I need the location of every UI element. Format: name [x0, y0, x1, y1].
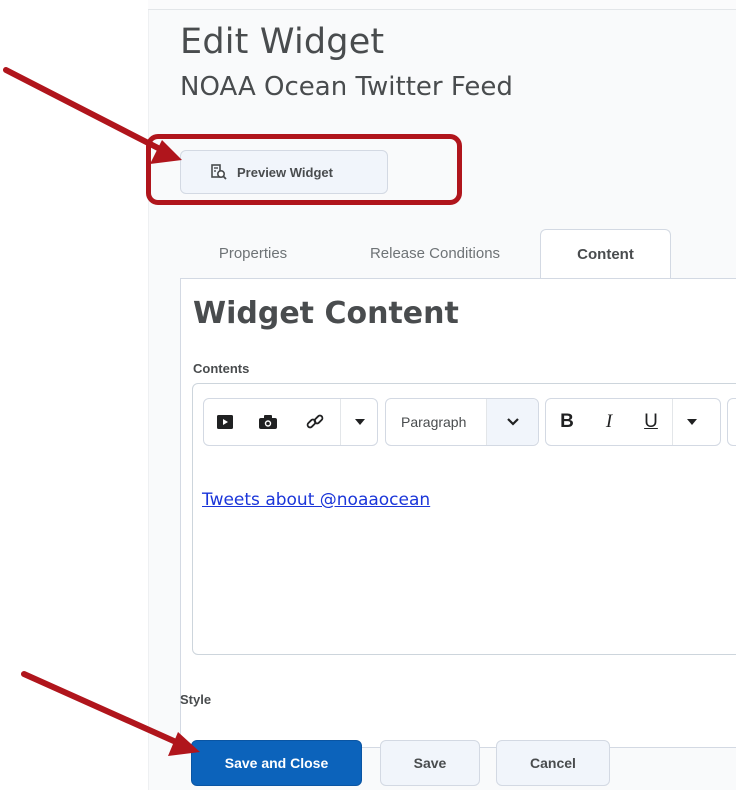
tab-release-conditions[interactable]: Release Conditions	[340, 229, 530, 278]
format-toolbar-group: B I U	[545, 398, 721, 446]
bold-button[interactable]: B	[546, 399, 588, 445]
paragraph-format-label: Paragraph	[401, 414, 467, 430]
editor-content-link[interactable]: Tweets about @noaaocean	[202, 490, 430, 510]
insert-toolbar-group	[203, 398, 378, 446]
insert-video-icon	[216, 415, 233, 429]
insert-image-button[interactable]	[245, 399, 290, 445]
more-format-icon	[687, 419, 697, 425]
insert-link-button[interactable]	[290, 399, 340, 445]
page-subtitle: NOAA Ocean Twitter Feed	[180, 72, 513, 102]
tab-bar: Properties Release Conditions Content	[180, 229, 736, 279]
more-format-dropdown[interactable]	[673, 399, 711, 445]
panel-heading: Widget Content	[193, 296, 459, 331]
preview-widget-label: Preview Widget	[237, 164, 333, 180]
cancel-button[interactable]: Cancel	[496, 740, 610, 786]
preview-search-icon	[211, 164, 227, 180]
save-button[interactable]: Save	[380, 740, 480, 786]
top-bar-edge	[148, 0, 736, 10]
preview-widget-button[interactable]: Preview Widget	[180, 150, 388, 194]
more-insert-dropdown[interactable]	[341, 399, 378, 445]
underline-button[interactable]: U	[630, 399, 672, 445]
save-and-close-button[interactable]: Save and Close	[191, 740, 362, 786]
tab-properties[interactable]: Properties	[190, 229, 316, 278]
insert-image-icon	[258, 415, 277, 429]
chevron-down-icon[interactable]	[486, 399, 538, 445]
insert-link-icon	[306, 414, 324, 429]
page-title: Edit Widget	[180, 22, 385, 62]
italic-button[interactable]: I	[588, 399, 630, 445]
tab-content[interactable]: Content	[540, 229, 671, 279]
next-toolbar-group	[727, 398, 736, 446]
contents-label: Contents	[193, 361, 250, 376]
more-dropdown-icon	[354, 419, 365, 425]
paragraph-format-select[interactable]: Paragraph	[385, 398, 539, 446]
insert-video-button[interactable]	[204, 399, 245, 445]
style-label: Style	[180, 692, 212, 707]
